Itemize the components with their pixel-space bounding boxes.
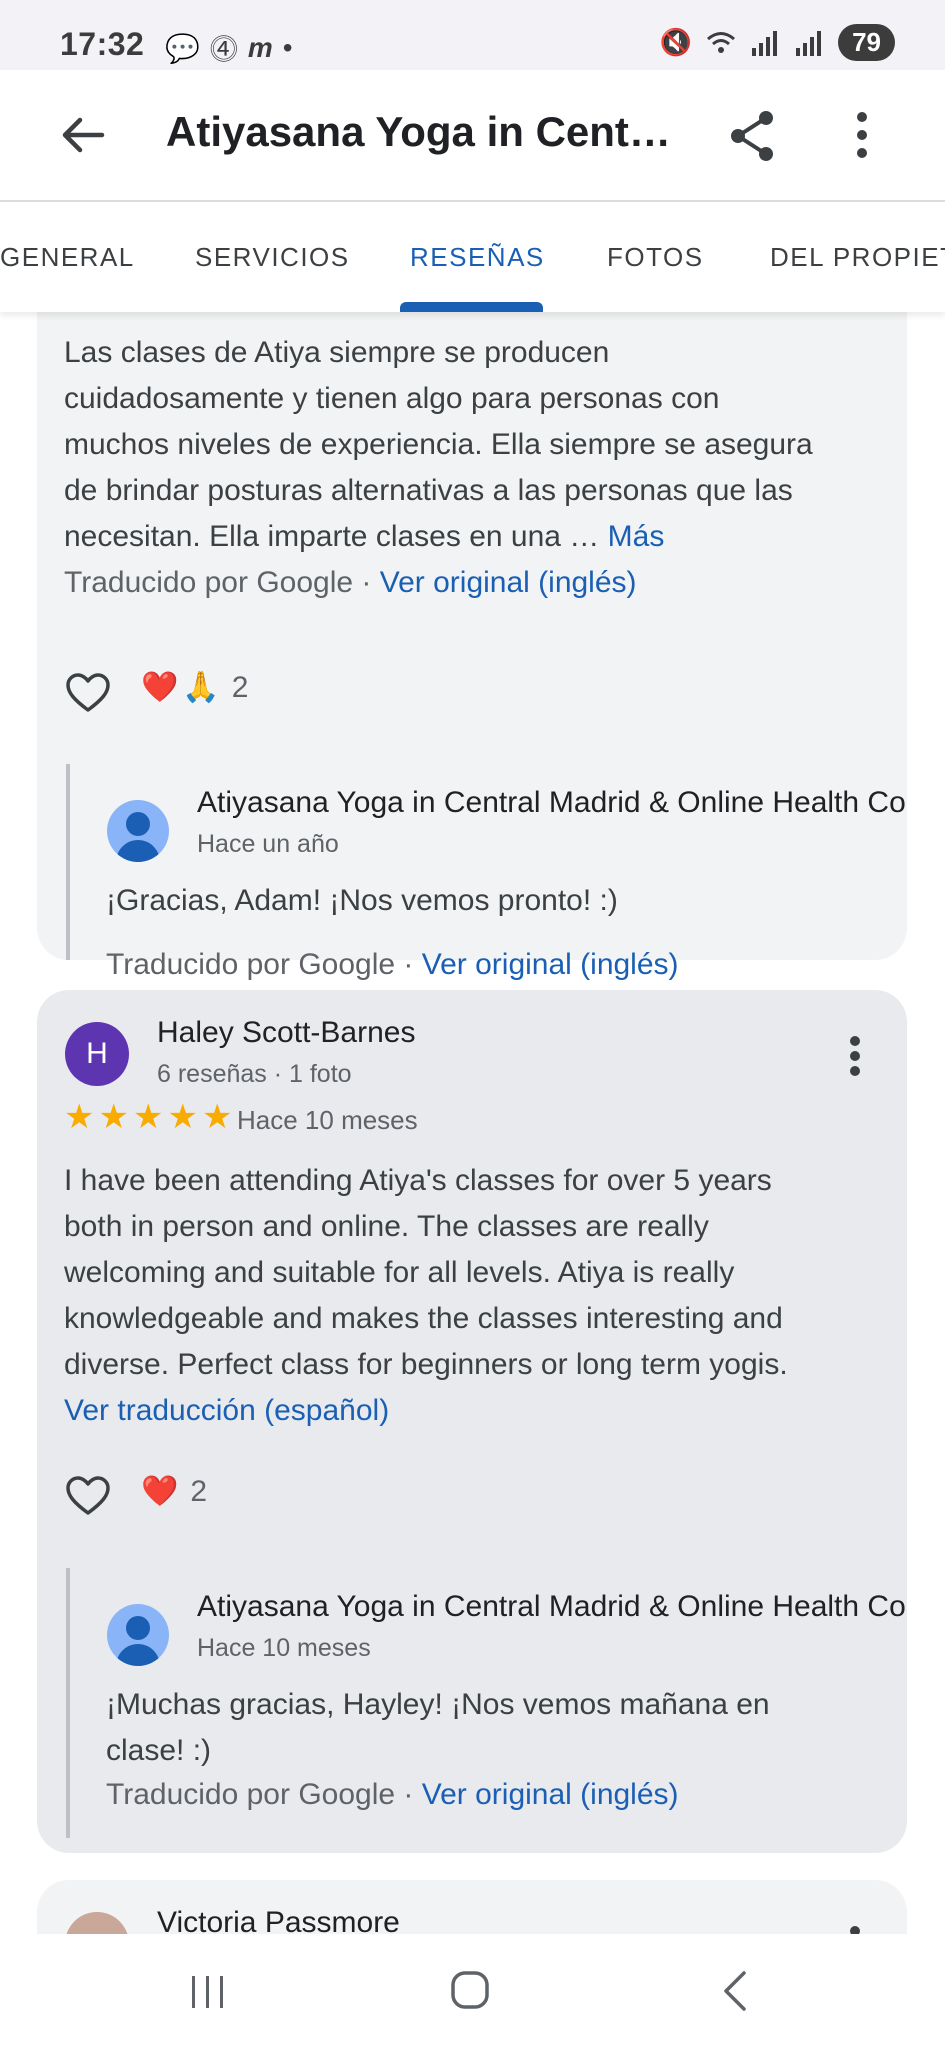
reply-text: ¡Gracias, Adam! ¡Nos vemos pronto! :) (106, 884, 618, 917)
like-heart-icon[interactable] (65, 672, 111, 714)
recent-apps-icon[interactable] (188, 1974, 228, 2010)
owner-avatar (107, 1604, 169, 1666)
system-navigation-bar (0, 1934, 945, 2048)
pray-reaction-icon: 🙏 (182, 671, 220, 704)
back-nav-icon[interactable] (720, 1970, 750, 2012)
battery-indicator: 79 (838, 24, 895, 61)
system-icons: 🔇 79 (660, 24, 895, 61)
review-text-line: de brindar posturas alternativas a las p… (64, 474, 793, 507)
star-icon: ★ (167, 1098, 198, 1136)
view-translation-link[interactable]: Ver traducción (español) (64, 1388, 904, 1434)
reply-text-line: clase! :) (106, 1734, 212, 1767)
star-icon: ★ (98, 1098, 129, 1136)
reply-time: Hace un año (197, 830, 339, 858)
more-link[interactable]: Más (608, 520, 665, 553)
review-card-selected[interactable]: H Haley Scott-Barnes 6 reseñas · 1 foto … (37, 990, 907, 1853)
mute-icon: 🔇 (659, 27, 693, 57)
reviews-feed[interactable]: Las clases de Atiya siempre se producen … (0, 312, 945, 1934)
review-card: Victoria Passmore (37, 1880, 907, 1934)
review-text-line: diverse. Perfect class for beginners or … (64, 1348, 788, 1381)
author-avatar[interactable] (65, 1912, 129, 1934)
review-text-line: both in person and online. The classes a… (64, 1210, 709, 1243)
app-notification-icon: ⓸ (209, 34, 238, 65)
reactions: ❤️ 2 (141, 1474, 207, 1509)
dot-icon: • (282, 32, 293, 63)
review-text-line: muchos niveles de experiencia. Ella siem… (64, 428, 813, 461)
status-bar: 17:32 💬 ⓸ m • 🔇 79 (0, 0, 945, 70)
back-arrow-icon[interactable] (58, 110, 108, 160)
reply-text-line: ¡Muchas gracias, Hayley! ¡Nos vemos maña… (106, 1688, 770, 1721)
review-card: Las clases de Atiya siempre se producen … (37, 312, 907, 981)
reply-translation: Traducido por Google · Ver original (ing… (106, 1772, 886, 1818)
author-name[interactable]: Victoria Passmore (157, 1906, 400, 1934)
m-app-icon: m (247, 32, 273, 63)
tab-bar: GENERAL SERVICIOS RESEÑAS FOTOS DEL PROP… (0, 202, 945, 312)
signal-icon (752, 30, 778, 56)
share-icon[interactable] (728, 108, 778, 164)
author-name[interactable]: Haley Scott-Barnes (157, 1016, 415, 1050)
review-text-line: knowledgeable and makes the classes inte… (64, 1302, 783, 1335)
more-options-icon[interactable] (850, 110, 874, 160)
review-text-line: cuidadosamente y tienen algo para person… (64, 382, 720, 415)
translated-by-label: Traducido por Google · (64, 566, 372, 599)
review-more-icon[interactable] (848, 1036, 862, 1076)
tab-servicios[interactable]: SERVICIOS (195, 242, 350, 273)
wifi-icon (707, 31, 736, 53)
reactions: ❤️ 🙏 2 (141, 670, 248, 705)
reaction-count: 2 (231, 670, 249, 704)
star-icon: ★ (201, 1098, 233, 1136)
author-meta: 6 reseñas · 1 foto (157, 1060, 352, 1088)
tab-del-propietario[interactable]: DEL PROPIET. (770, 242, 945, 273)
active-tab-indicator (400, 302, 543, 312)
star-rating: ★ ★ ★ ★ ★ (64, 1100, 232, 1134)
reply-divider (66, 1568, 70, 1838)
like-heart-icon[interactable] (65, 1475, 111, 1517)
home-icon[interactable] (450, 1970, 490, 2010)
owner-avatar (107, 800, 169, 862)
chat-icon: 💬 (165, 32, 200, 64)
tab-fotos[interactable]: FOTOS (607, 242, 704, 273)
review-text: Las clases de Atiya siempre se producen … (64, 330, 904, 606)
reply-text: ¡Muchas gracias, Hayley! ¡Nos vemos maña… (106, 1682, 886, 1774)
view-original-link[interactable]: Ver original (inglés) (422, 1778, 679, 1811)
reaction-count: 2 (190, 1474, 208, 1508)
signal-icon-2 (796, 30, 822, 56)
owner-name: Atiyasana Yoga in Central Madrid & Onlin… (197, 1590, 906, 1623)
translated-by-label: Traducido por Google · (106, 948, 414, 981)
reply-divider (66, 764, 70, 960)
page-title: Atiyasana Yoga in Cent… (166, 108, 671, 155)
star-icon: ★ (132, 1098, 164, 1136)
review-time: Hace 10 meses (237, 1105, 418, 1135)
review-text-line: I have been attending Atiya's classes fo… (64, 1164, 772, 1197)
view-original-link[interactable]: Ver original (inglés) (380, 566, 637, 599)
review-text-line: welcoming and suitable for all levels. A… (64, 1256, 735, 1289)
status-time: 17:32 (60, 26, 145, 62)
heart-reaction-icon: ❤️ (141, 671, 179, 704)
owner-name: Atiyasana Yoga in Central Madrid & Onlin… (197, 786, 906, 819)
review-text-line: necesitan. Ella imparte clases en una … (64, 520, 600, 553)
reply-time: Hace 10 meses (197, 1634, 371, 1662)
app-bar: Atiyasana Yoga in Cent… (0, 70, 945, 202)
view-original-link[interactable]: Ver original (inglés) (422, 948, 679, 981)
review-text: I have been attending Atiya's classes fo… (64, 1158, 904, 1434)
translated-by-label: Traducido por Google · (106, 1778, 414, 1811)
tab-resenas[interactable]: RESEÑAS (410, 242, 545, 273)
author-avatar[interactable]: H (65, 1022, 129, 1086)
notification-icons: 💬 ⓸ m • (165, 28, 293, 68)
heart-reaction-icon: ❤️ (141, 1475, 179, 1508)
star-icon: ★ (64, 1098, 95, 1136)
review-more-icon[interactable] (848, 1926, 862, 1934)
tab-general[interactable]: GENERAL (0, 242, 135, 273)
reply-translation: Traducido por Google · Ver original (ing… (106, 942, 886, 988)
review-text-line: Las clases de Atiya siempre se producen (64, 336, 610, 369)
